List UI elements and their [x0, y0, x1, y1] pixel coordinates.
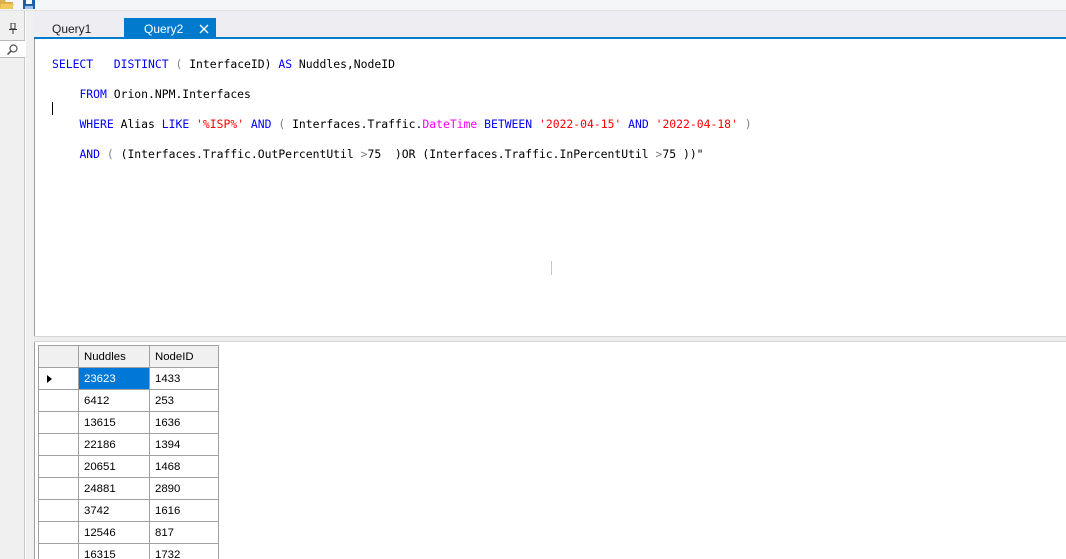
gutter: [26, 11, 34, 559]
row-header[interactable]: [38, 389, 79, 412]
code-token: LIKE: [161, 117, 190, 131]
code-token: 75: [367, 147, 382, 161]
code-token: AND: [250, 117, 272, 131]
row-header[interactable]: [38, 367, 79, 390]
grid-cell[interactable]: 20651: [78, 455, 150, 478]
code-line-4: AND ( (Interfaces.Traffic.OutPercentUtil…: [52, 147, 752, 162]
grid-cell[interactable]: 13615: [78, 411, 150, 434]
column-header-nodeid[interactable]: NodeID: [149, 345, 219, 368]
grid-cell[interactable]: 1732: [149, 543, 219, 559]
tab-strip: Query1 Query2: [34, 11, 1066, 40]
code-token: '2022-04-15': [539, 117, 622, 131]
code-token: Nuddles,NodeID: [298, 57, 395, 71]
grid-cell[interactable]: 16315: [78, 543, 150, 559]
code-token: SELECT: [52, 57, 94, 71]
grid-cell[interactable]: 6412: [78, 389, 150, 412]
table-row[interactable]: 22186 1394: [38, 433, 219, 456]
folder-open-icon[interactable]: [0, 0, 14, 9]
table-row[interactable]: 20651 1468: [38, 455, 219, 478]
grid-cell[interactable]: 1468: [149, 455, 219, 478]
table-row[interactable]: 13615 1636: [38, 411, 219, 434]
code-token: (: [106, 147, 114, 161]
grid-cell[interactable]: 1636: [149, 411, 219, 434]
row-header[interactable]: [38, 455, 79, 478]
text-caret: [52, 102, 53, 115]
code-token: ))": [682, 147, 704, 161]
header-row: Nuddles NodeID: [38, 345, 219, 368]
save-icon[interactable]: [22, 0, 36, 9]
code-token: (Interfaces.Traffic.InPercentUtil: [422, 147, 649, 161]
mouse-ibeam-cursor: [551, 261, 552, 275]
grid-cell[interactable]: 24881: [78, 477, 150, 500]
code-line-1: SELECT DISTINCT ( InterfaceID) AS Nuddle…: [52, 57, 752, 72]
code-token: '2022-04-18': [655, 117, 738, 131]
code-token: AND: [79, 147, 101, 161]
find-button[interactable]: [0, 40, 25, 58]
code-token: Orion.NPM.Interfaces: [113, 87, 251, 101]
results-grid: Nuddles NodeID 23623 1433 6412 253 13615…: [38, 345, 219, 559]
code-token: (: [175, 57, 183, 71]
code-token: AS: [278, 57, 293, 71]
row-header[interactable]: [38, 411, 79, 434]
table-row[interactable]: 3742 1616: [38, 499, 219, 522]
column-header-nuddles[interactable]: Nuddles: [78, 345, 150, 368]
table-row[interactable]: 16315 1732: [38, 543, 219, 559]
table-row[interactable]: 24881 2890: [38, 477, 219, 500]
code-token: (: [278, 117, 286, 131]
code-token: (Interfaces.Traffic.OutPercentUtil: [120, 147, 354, 161]
row-header[interactable]: [38, 477, 79, 500]
code-line-3: WHERE Alias LIKE '%ISP%' AND ( Interface…: [52, 117, 752, 132]
grid-cell[interactable]: 12546: [78, 521, 150, 544]
sql-editor[interactable]: SELECT DISTINCT ( InterfaceID) AS Nuddle…: [34, 39, 1066, 336]
code-token: 75: [662, 147, 677, 161]
tab-label: Query2: [144, 22, 184, 36]
grid-cell[interactable]: 23623: [78, 367, 150, 390]
row-header[interactable]: [38, 499, 79, 522]
code-token: DateTime: [422, 117, 478, 131]
grid-cell[interactable]: 22186: [78, 433, 150, 456]
code-token: )OR: [394, 147, 416, 161]
table-row[interactable]: 12546 817: [38, 521, 219, 544]
code-token: FROM: [79, 87, 107, 101]
code-token: DISTINCT: [113, 57, 169, 71]
tab-label: Query1: [52, 22, 92, 36]
code-token: WHERE: [79, 117, 114, 131]
row-header[interactable]: [38, 543, 79, 559]
query-text: SELECT DISTINCT ( InterfaceID) AS Nuddle…: [52, 42, 752, 192]
grid-cell[interactable]: 817: [149, 521, 219, 544]
code-token: '%ISP%': [196, 117, 245, 131]
row-header[interactable]: [38, 521, 79, 544]
current-row-indicator-icon: [47, 375, 52, 383]
grid-cell[interactable]: 2890: [149, 477, 219, 500]
code-token: AND: [628, 117, 649, 131]
results-pane: Nuddles NodeID 23623 1433 6412 253 13615…: [34, 342, 1066, 559]
left-side-panel: [0, 11, 25, 559]
grid-cell[interactable]: 1616: [149, 499, 219, 522]
grid-cell[interactable]: 253: [149, 389, 219, 412]
code-token: InterfaceID): [189, 57, 272, 71]
table-row[interactable]: 23623 1433: [38, 367, 219, 390]
code-token: Alias: [120, 117, 155, 131]
pin-icon: [8, 22, 17, 34]
query-window: Query1 Query2 SELECT DISTINCT ( Interfac…: [0, 0, 1066, 559]
grid-cell[interactable]: 1394: [149, 433, 219, 456]
code-token: BETWEEN: [484, 117, 533, 131]
toolbar: [0, 0, 1066, 11]
row-header[interactable]: [38, 433, 79, 456]
grid-cell[interactable]: 1433: [149, 367, 219, 390]
grid-cell[interactable]: 3742: [78, 499, 150, 522]
pin-button[interactable]: [0, 19, 25, 37]
code-token: ): [744, 117, 752, 131]
code-token: Interfaces.Traffic.: [292, 117, 423, 131]
corner-header[interactable]: [38, 345, 79, 368]
table-row[interactable]: 6412 253: [38, 389, 219, 412]
code-line-2: FROM Orion.NPM.Interfaces: [52, 87, 752, 102]
magnifier-icon: [7, 43, 18, 55]
